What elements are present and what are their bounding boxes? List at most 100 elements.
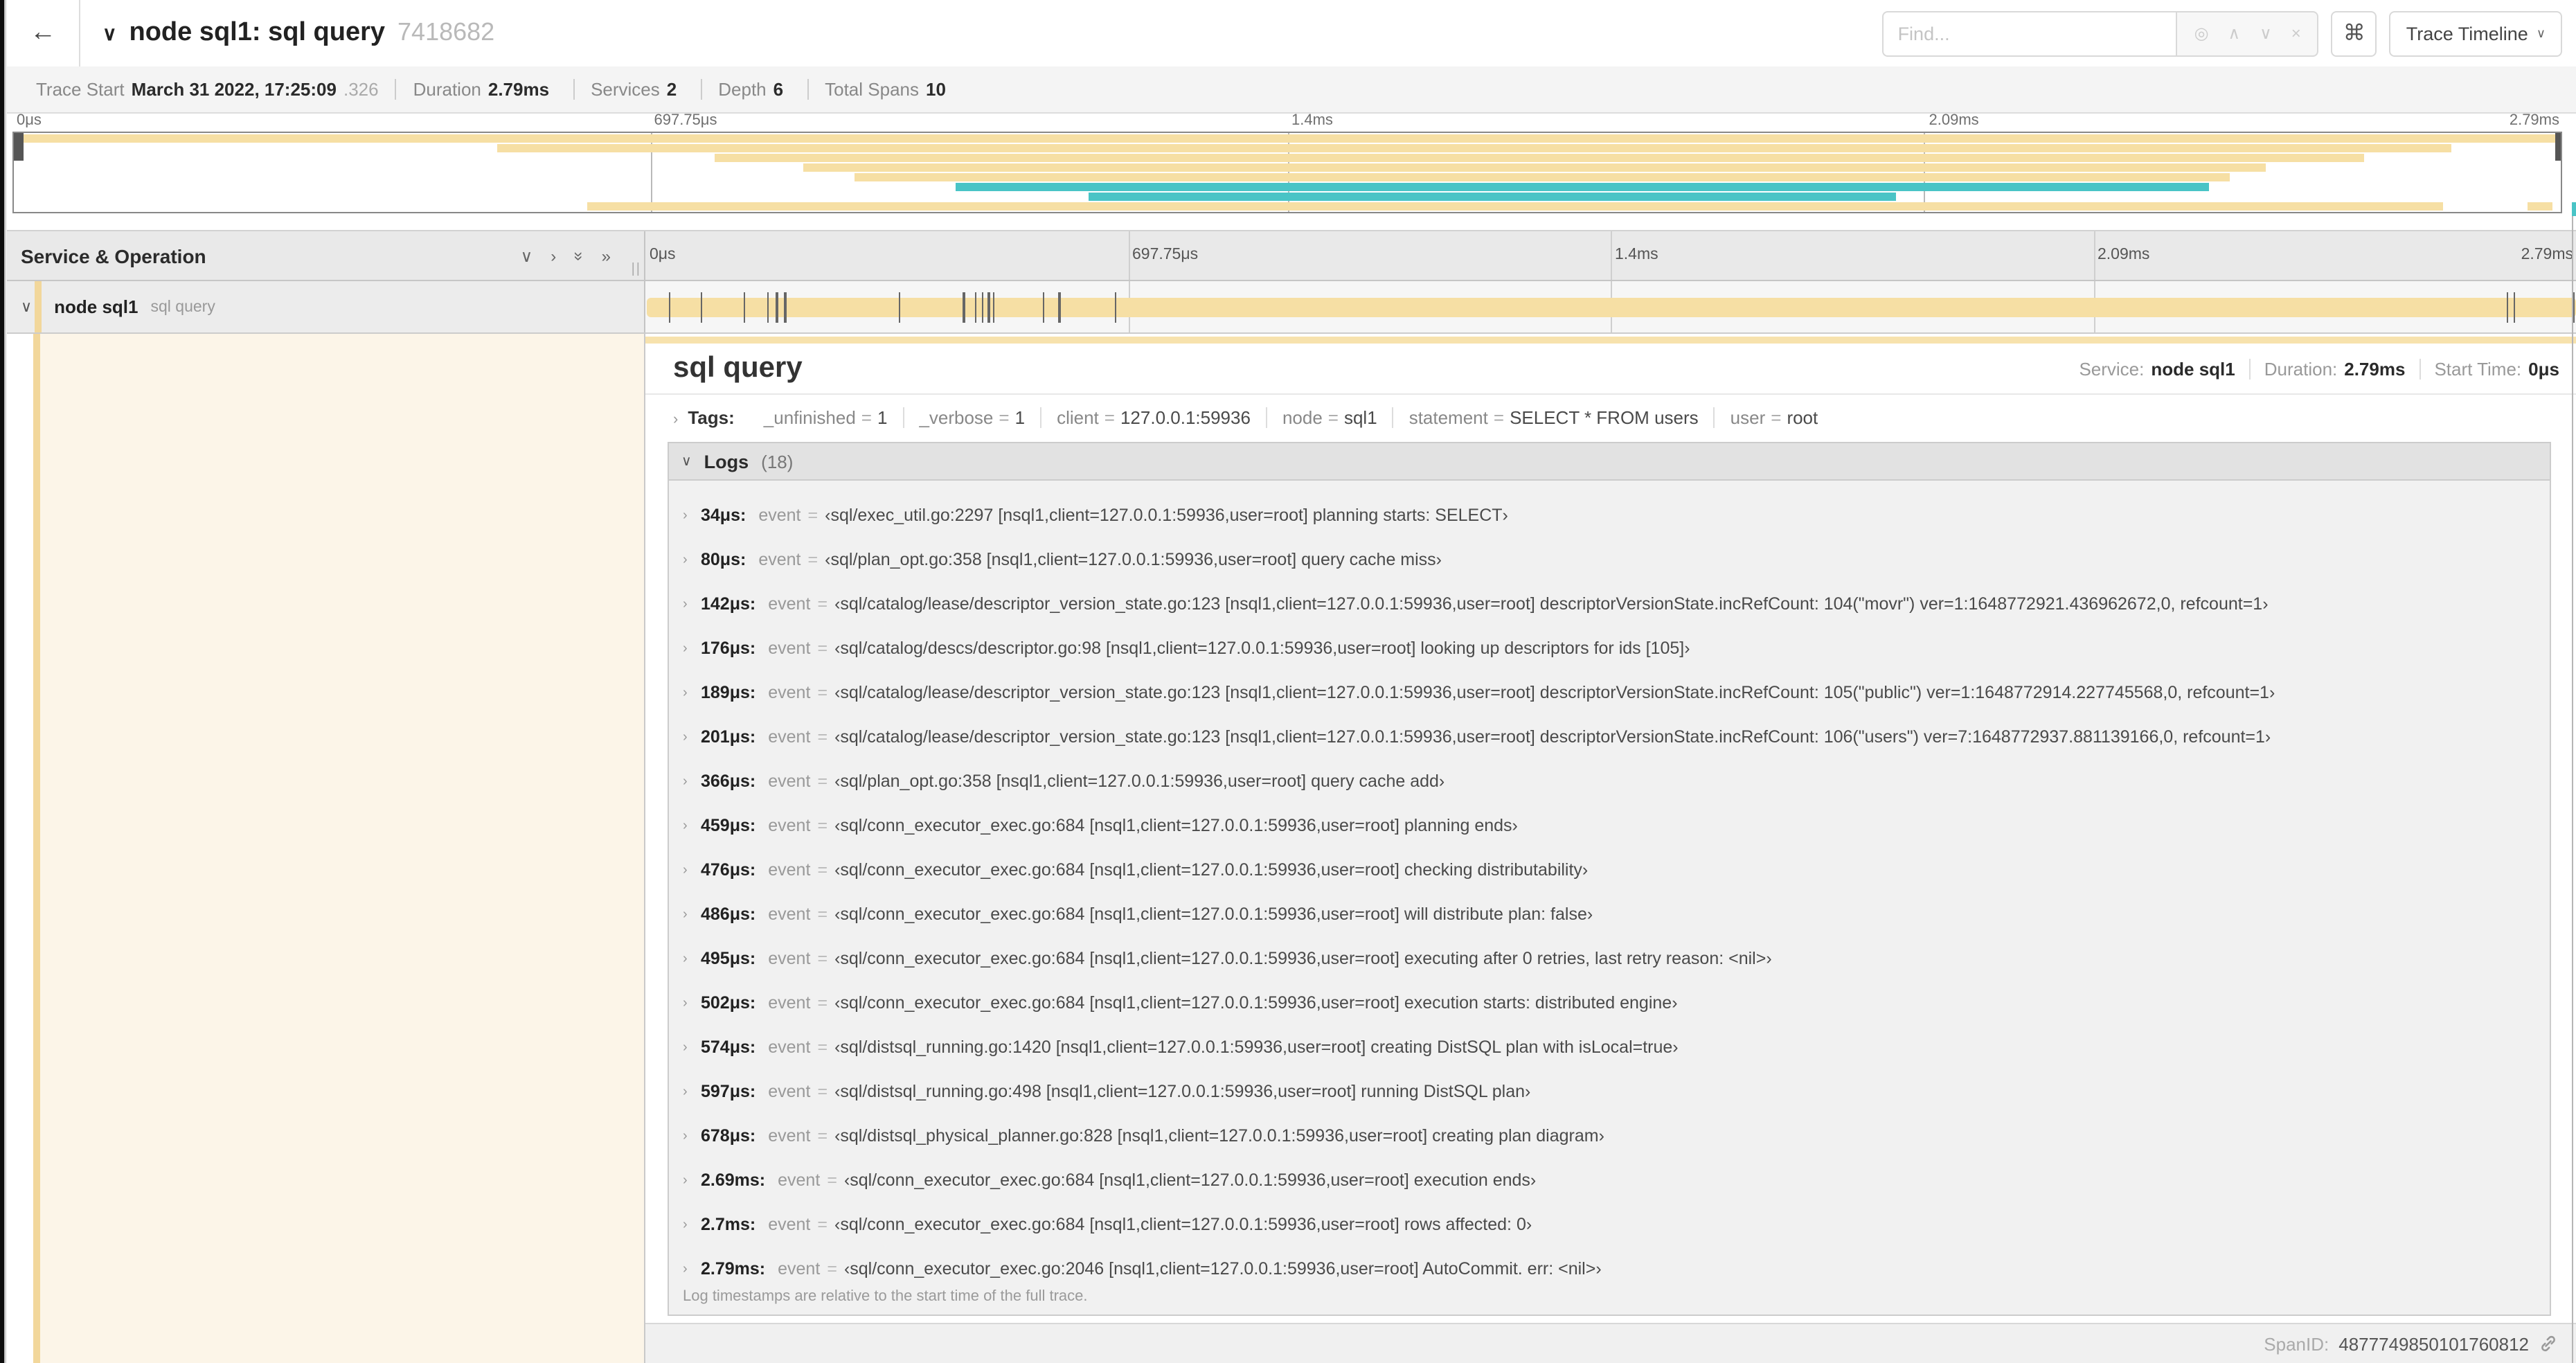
log-marker-tick[interactable] [2573,292,2575,322]
column-resize-grabber[interactable]: || [632,262,641,277]
log-entry[interactable]: › 2.7ms: event = ‹sql/conn_executor_exec… [669,1202,2550,1247]
expanded-span-highlight [39,334,644,1363]
chevron-down-icon[interactable]: ∨ [521,246,533,265]
log-entry[interactable]: › 459μs: event = ‹sql/conn_executor_exec… [669,803,2550,848]
right-edge-border [2572,208,2573,1363]
span-duration-bar[interactable] [647,297,2576,317]
log-field-name: event [768,949,811,968]
logs-section: ∨ Logs (18) › 34μs: event = ‹sql/exec_ut… [668,442,2551,1316]
log-entry[interactable]: › 142μs: event = ‹sql/catalog/lease/desc… [669,582,2550,626]
logs-section-header[interactable]: ∨ Logs (18) [669,443,2550,481]
screen-edge-artifact [0,0,7,1363]
span-row[interactable]: ∨ node sql1 sql query [7,281,2576,334]
log-event-value: ‹sql/catalog/lease/descriptor_version_st… [834,727,2271,747]
log-field-name: event [758,550,801,569]
locate-icon[interactable]: ◎ [2194,24,2209,43]
log-marker-tick[interactable] [1058,292,1061,322]
log-entry[interactable]: › 34μs: event = ‹sql/exec_util.go:2297 [… [669,493,2550,537]
log-marker-tick[interactable] [987,292,990,322]
log-entry[interactable]: › 176μs: event = ‹sql/catalog/descs/desc… [669,626,2550,670]
span-row-name-cell[interactable]: ∨ node sql1 sql query [7,281,645,332]
log-marker-tick[interactable] [992,292,995,322]
prev-result-icon[interactable]: ∧ [2228,24,2241,43]
chevron-right-icon[interactable]: › [551,246,556,265]
trace-minimap[interactable] [12,132,2562,213]
find-group: ◎ ∧ ∨ × [1882,10,2319,56]
log-marker-tick[interactable] [701,292,703,322]
log-timestamp: 486μs: [701,905,756,924]
log-timestamp: 189μs: [701,683,756,702]
log-timestamp: 574μs: [701,1037,756,1057]
clear-search-icon[interactable]: × [2291,24,2301,43]
log-timestamp: 176μs: [701,639,756,658]
minimap-tick-label: 1.4ms [1291,112,1333,129]
back-button[interactable]: ← [7,0,80,66]
minimap-left-drag-handle[interactable] [14,133,24,161]
log-marker-tick[interactable] [1114,292,1117,322]
log-marker-tick[interactable] [974,292,977,322]
minimap-span-bar [854,173,2230,181]
chevron-right-icon: › [683,685,688,700]
log-timestamp: 495μs: [701,949,756,968]
double-chevron-right-icon[interactable]: » [602,246,611,265]
log-marker-tick[interactable] [963,292,965,322]
log-marker-tick[interactable] [1042,292,1045,322]
log-entry[interactable]: › 2.79ms: event = ‹sql/conn_executor_exe… [669,1247,2550,1291]
keyboard-shortcuts-button[interactable]: ⌘ [2331,10,2377,56]
log-equals: = [807,506,819,525]
search-input[interactable] [1882,10,2176,56]
minimap-span-bar [497,144,2451,152]
timeline-header-row: Service & Operation ∨ › » » || 0μs 697.75… [7,230,2576,281]
span-detail-accent-bar [645,337,2576,344]
chevron-right-icon[interactable]: › [673,411,678,428]
log-field-name: event [768,772,811,791]
ruler-tick-label: 0μs [650,247,676,263]
minimap-right-drag-handle[interactable] [2555,133,2561,161]
log-marker-tick[interactable] [784,292,787,322]
log-event-value: ‹sql/catalog/descs/descriptor.go:98 [nsq… [834,639,1690,658]
next-result-icon[interactable]: ∨ [2260,24,2272,43]
log-entry[interactable]: › 80μs: event = ‹sql/plan_opt.go:358 [ns… [669,537,2550,582]
log-event-value: ‹sql/catalog/lease/descriptor_version_st… [834,683,2275,702]
log-equals: = [817,683,828,702]
log-marker-tick[interactable] [767,292,769,322]
collapse-title-chevron-icon[interactable]: ∨ [102,22,117,46]
log-entry[interactable]: › 366μs: event = ‹sql/plan_opt.go:358 [n… [669,759,2550,803]
link-icon[interactable] [2539,1334,2558,1353]
span-expander-chevron-icon[interactable]: ∨ [21,298,32,316]
tags-row[interactable]: › Tags: _unfinished = 1 _verbose = 1 cli… [673,407,2559,428]
double-chevron-down-icon[interactable]: » [569,251,589,260]
chevron-right-icon: › [683,1040,688,1055]
span-color-stripe [33,334,39,1363]
chevron-right-icon: › [683,951,688,966]
chevron-right-icon: › [683,1128,688,1143]
log-event-value: ‹sql/distsql_physical_planner.go:828 [ns… [834,1126,1604,1146]
log-entry[interactable]: › 2.69ms: event = ‹sql/conn_executor_exe… [669,1158,2550,1202]
span-detail-panel: sql query Service: node sql1 Duration: 2… [645,334,2576,1363]
log-entry[interactable]: › 678μs: event = ‹sql/distsql_physical_p… [669,1114,2550,1158]
log-entry[interactable]: › 574μs: event = ‹sql/distsql_running.go… [669,1025,2550,1069]
log-entry[interactable]: › 476μs: event = ‹sql/conn_executor_exec… [669,848,2550,892]
log-entry[interactable]: › 201μs: event = ‹sql/catalog/lease/desc… [669,715,2550,759]
log-entry[interactable]: › 495μs: event = ‹sql/conn_executor_exec… [669,936,2550,981]
log-field-name: event [768,1082,811,1101]
log-marker-tick[interactable] [2513,292,2516,322]
log-entry[interactable]: › 502μs: event = ‹sql/conn_executor_exec… [669,981,2550,1025]
log-marker-tick[interactable] [776,292,778,322]
log-equals: = [817,1082,828,1101]
view-selector-button[interactable]: Trace Timeline ∨ [2389,10,2562,56]
log-entry[interactable]: › 486μs: event = ‹sql/conn_executor_exec… [669,892,2550,936]
log-marker-tick[interactable] [2507,292,2509,322]
minimap-span-bar [2528,202,2553,211]
span-color-stripe [35,281,41,332]
log-equals: = [827,1259,837,1279]
log-entry[interactable]: › 597μs: event = ‹sql/distsql_running.go… [669,1069,2550,1114]
log-marker-tick[interactable] [669,292,671,322]
log-marker-tick[interactable] [898,292,901,322]
log-marker-tick[interactable] [743,292,746,322]
screen-edge-artifact [2572,202,2576,216]
log-marker-tick[interactable] [981,292,984,322]
log-entry[interactable]: › 189μs: event = ‹sql/catalog/lease/desc… [669,670,2550,715]
log-equals: = [817,1037,828,1057]
span-row-timeline-cell[interactable] [645,281,2576,332]
